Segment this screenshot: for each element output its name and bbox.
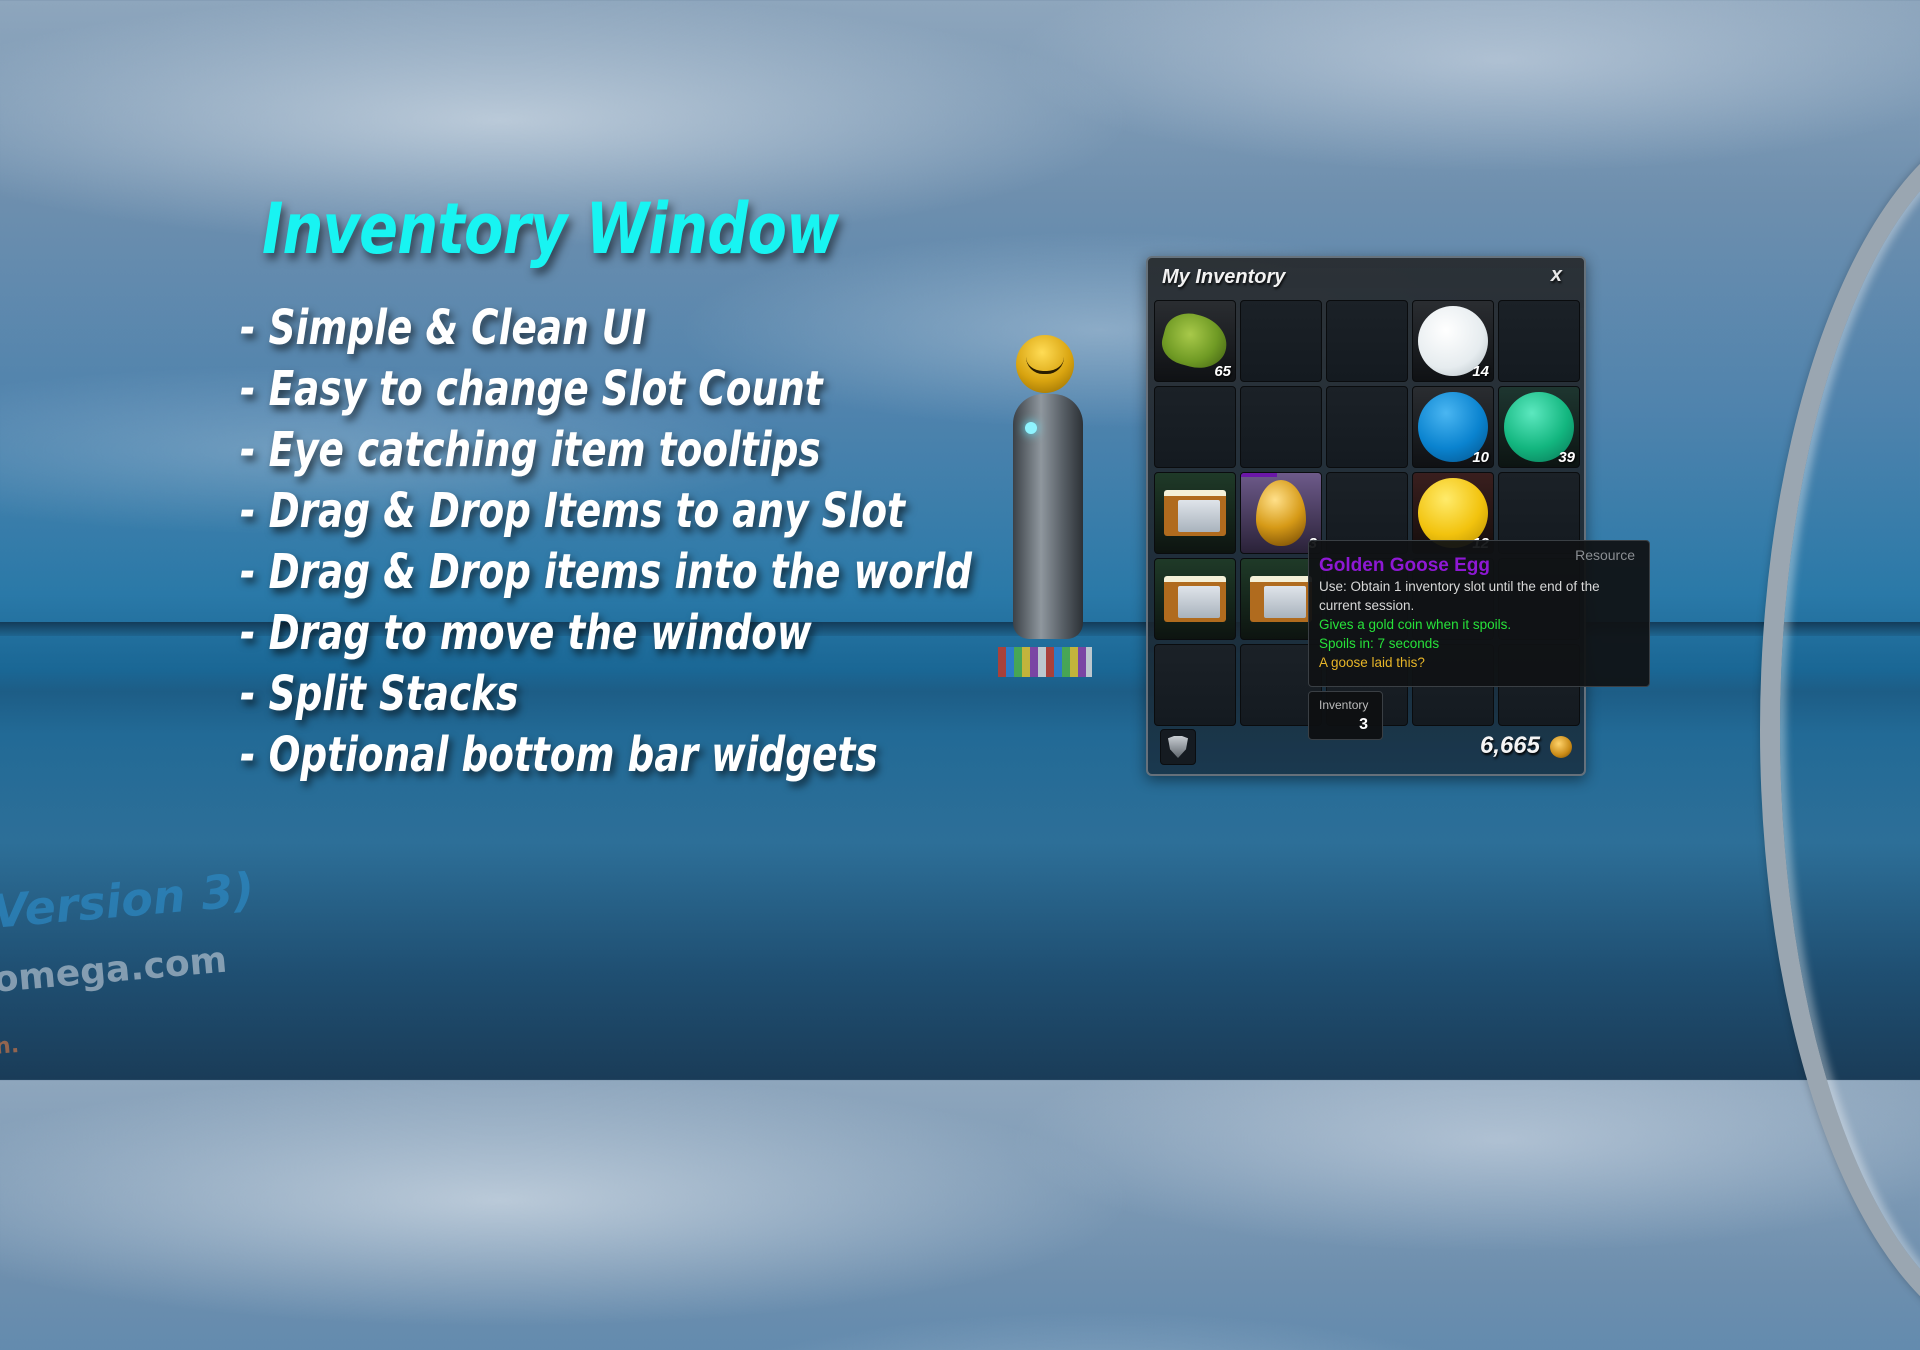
feature-item: - Eye catching item tooltips bbox=[240, 422, 821, 478]
feature-item: - Drag & Drop Items to any Slot bbox=[240, 483, 905, 539]
inventory-slot-green-orb[interactable]: 39 bbox=[1498, 386, 1580, 468]
window-title[interactable]: My Inventory bbox=[1162, 266, 1285, 289]
item-type: Resource bbox=[1575, 547, 1635, 563]
watermark-tail: n. bbox=[0, 1032, 21, 1060]
inventory-count-box: Inventory 3 bbox=[1308, 691, 1383, 740]
inventory-slot-empty[interactable] bbox=[1498, 300, 1580, 382]
crate-icon bbox=[1164, 576, 1226, 622]
metal-ring-prop bbox=[1760, 110, 1920, 1350]
stack-count: 65 bbox=[1214, 363, 1231, 380]
inventory-slot-crate[interactable] bbox=[1154, 472, 1236, 554]
inventory-slot-white-orb[interactable]: 14 bbox=[1412, 300, 1494, 382]
stack-count: 10 bbox=[1472, 449, 1489, 466]
inventory-slot-empty[interactable] bbox=[1240, 300, 1322, 382]
inventory-slot-empty[interactable] bbox=[1154, 644, 1236, 726]
item-effect-text: Gives a gold coin when it spoils. bbox=[1319, 617, 1512, 632]
stack-count: 39 bbox=[1558, 449, 1575, 466]
feature-item: - Optional bottom bar widgets bbox=[240, 727, 878, 783]
spoil-progress-bar bbox=[1241, 473, 1277, 477]
inventory-slot-empty[interactable] bbox=[1240, 386, 1322, 468]
feature-item: - Drag & Drop items into the world bbox=[240, 544, 972, 600]
equipment-button[interactable] bbox=[1160, 729, 1196, 765]
feature-item: - Drag to move the window bbox=[240, 605, 812, 661]
item-tooltip: Resource Golden Goose Egg Use: Obtain 1 … bbox=[1308, 540, 1650, 687]
crate-icon bbox=[1164, 490, 1226, 536]
item-use-text: Use: Obtain 1 inventory slot until the e… bbox=[1319, 579, 1600, 613]
close-button[interactable]: x bbox=[1551, 264, 1562, 287]
item-flavor-text: A goose laid this? bbox=[1319, 655, 1425, 670]
smiley-head bbox=[1016, 335, 1074, 393]
feature-item: - Split Stacks bbox=[240, 666, 519, 722]
character-body bbox=[1013, 394, 1083, 639]
gold-coin-icon bbox=[1550, 736, 1572, 758]
player-character bbox=[995, 332, 1105, 682]
stack-count: 14 bbox=[1472, 363, 1489, 380]
shield-icon bbox=[1168, 736, 1188, 758]
item-spoil-timer: Spoils in: 7 seconds bbox=[1319, 636, 1440, 651]
golden-egg-icon bbox=[1256, 480, 1306, 546]
crate-face bbox=[1178, 586, 1220, 618]
gold-amount: 6,665 bbox=[1479, 732, 1540, 759]
inventory-count-label: Inventory bbox=[1319, 698, 1369, 712]
inventory-slot-green-rock[interactable]: 65 bbox=[1154, 300, 1236, 382]
chest-core-light bbox=[1025, 422, 1037, 434]
inventory-count-value: 3 bbox=[1359, 716, 1368, 733]
crate-icon bbox=[1250, 576, 1312, 622]
promo-title: Inventory Window bbox=[262, 188, 839, 270]
inventory-slot-empty[interactable] bbox=[1154, 386, 1236, 468]
crate-face bbox=[1178, 500, 1220, 532]
crate-face bbox=[1264, 586, 1306, 618]
color-checker-pedestal bbox=[998, 647, 1092, 677]
feature-item: - Simple & Clean UI bbox=[240, 300, 647, 356]
inventory-slot-empty[interactable] bbox=[1326, 300, 1408, 382]
inventory-slot-blue-orb[interactable]: 10 bbox=[1412, 386, 1494, 468]
inventory-slot-empty[interactable] bbox=[1326, 386, 1408, 468]
feature-item: - Easy to change Slot Count bbox=[240, 361, 823, 417]
inventory-slot-crate[interactable] bbox=[1154, 558, 1236, 640]
